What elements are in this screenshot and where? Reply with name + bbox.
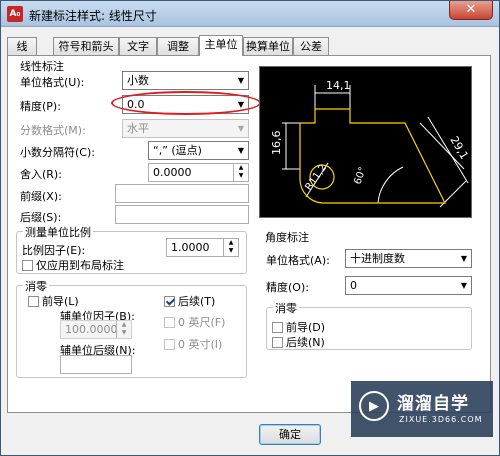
angular-precision-label: 精度(O): — [266, 281, 309, 294]
precision-label: 精度(P): — [20, 100, 61, 113]
angular-leading-label: 前导(D) — [286, 321, 326, 334]
round-off-input[interactable]: 0.0000 ▲ ▼ — [148, 163, 249, 182]
dim-text-top: 14,1 — [326, 79, 351, 92]
inches-label: 0 英寸(I) — [178, 338, 223, 351]
angular-zero-suppression-label: 消零 — [273, 300, 299, 316]
angular-precision-value: 0 — [350, 279, 357, 292]
spin-arrows-icon[interactable]: ▲ ▼ — [116, 321, 131, 338]
sub-units-factor-value: 100.0000 — [65, 323, 118, 336]
fraction-format-value: 水平 — [127, 122, 149, 135]
unit-format-value: 小数 — [127, 74, 149, 87]
decimal-separator-label: 小数分隔符(C): — [20, 146, 95, 159]
dim-text-right: 29,1 — [447, 134, 471, 162]
unit-format-label: 单位格式(U): — [20, 76, 85, 89]
tab-tolerances[interactable]: 公差 — [293, 37, 329, 55]
angular-trailing-label: 后续(N) — [286, 336, 325, 349]
round-off-label: 舍入(R): — [20, 168, 62, 181]
watermark-url: ZIXUE.3D66.COM — [399, 415, 483, 424]
apply-to-layout-label: 仅应用到布局标注 — [36, 259, 124, 272]
watermark-title: 溜溜自学 — [397, 394, 469, 414]
angular-leading-checkbox[interactable]: 前导(D) — [272, 319, 325, 335]
preview-drawing: 14,1 16,6 29,1 R11,2 60° — [270, 79, 471, 208]
angular-unit-format-label: 单位格式(A): — [266, 254, 330, 267]
checkbox-box — [28, 296, 39, 307]
inches-checkbox[interactable]: 0 英寸(I) — [164, 336, 222, 352]
fraction-format-label: 分数格式(M): — [20, 124, 86, 137]
dim-text-angle: 60° — [352, 166, 368, 186]
apply-to-layout-checkbox[interactable]: 仅应用到布局标注 — [22, 257, 124, 273]
watermark: ▶ 溜溜自学 ZIXUE.3D66.COM — [351, 381, 493, 437]
prefix-label: 前缀(X): — [20, 190, 62, 203]
zero-suppression-label: 消零 — [23, 278, 49, 294]
title-bar[interactable]: A₀ 新建标注样式: 线性尺寸 ✕ — [1, 1, 499, 27]
angular-unit-format-value: 十进制度数 — [350, 252, 405, 265]
primary-units-panel: 线性标注 单位格式(U): 小数 ▼ 精度(P): 0.0 ▼ 分数格式(M):… — [7, 55, 491, 413]
angular-group-label: 角度标注 — [263, 229, 311, 245]
suffix-label: 后缀(S): — [20, 211, 62, 224]
angular-unit-format-select[interactable]: 十进制度数 ▼ — [345, 249, 472, 268]
checkbox-box — [22, 260, 33, 271]
checkbox-box — [164, 339, 175, 350]
chevron-down-icon: ▼ — [237, 76, 244, 85]
ok-button[interactable]: 确定 — [259, 424, 321, 445]
scale-factor-input[interactable]: 1.0000 ▲ ▼ — [166, 238, 239, 257]
suffix-input[interactable] — [115, 205, 249, 224]
chevron-down-icon: ▼ — [460, 281, 467, 290]
trailing-zero-label: 后续(T) — [178, 295, 216, 308]
chevron-down-icon: ▼ — [237, 124, 244, 133]
tab-primary-units[interactable]: 主单位 — [199, 35, 243, 56]
checkbox-box — [164, 317, 175, 328]
angle-arc — [377, 166, 404, 204]
window-title: 新建标注样式: 线性尺寸 — [29, 9, 157, 23]
chevron-down-icon: ▼ — [460, 254, 467, 263]
leading-zero-checkbox[interactable]: 前导(L) — [28, 293, 79, 309]
checkbox-box — [272, 322, 283, 333]
dimension-preview: 14,1 16,6 29,1 R11,2 60° — [259, 66, 472, 218]
red-highlight-ellipse — [111, 91, 261, 115]
linear-group-label: 线性标注 — [18, 58, 66, 74]
measurement-scale-label: 测量单位比例 — [23, 224, 93, 240]
sub-units-suffix-input[interactable] — [60, 355, 132, 374]
scale-factor-value: 1.0000 — [171, 241, 210, 254]
fraction-format-select[interactable]: 水平 ▼ — [122, 119, 249, 138]
tab-lines[interactable]: 线 — [7, 37, 37, 55]
trailing-zero-checkbox[interactable]: 后续(T) — [164, 293, 215, 309]
checkbox-box — [272, 337, 283, 348]
checkmark-icon — [164, 296, 175, 307]
spin-arrows-icon[interactable]: ▲ ▼ — [223, 239, 238, 256]
chevron-down-icon: ▼ — [237, 146, 244, 155]
sub-units-factor-input[interactable]: 100.0000 ▲ ▼ — [60, 320, 132, 339]
round-off-value: 0.0000 — [153, 166, 192, 179]
scale-factor-label: 比例因子(E): — [22, 244, 86, 257]
feet-checkbox[interactable]: 0 英尺(F) — [164, 314, 225, 330]
decimal-separator-value: “,” (逗点) — [153, 144, 202, 157]
tab-text[interactable]: 文字 — [119, 37, 157, 55]
decimal-separator-select[interactable]: “,” (逗点) ▼ — [148, 141, 249, 160]
unit-format-select[interactable]: 小数 ▼ — [122, 71, 249, 90]
dim-text-left: 16,6 — [270, 131, 283, 156]
tab-alternate-units[interactable]: 换算单位 — [243, 37, 293, 55]
angular-trailing-checkbox[interactable]: 后续(N) — [272, 334, 325, 350]
prefix-input[interactable] — [115, 184, 249, 203]
close-button[interactable]: ✕ — [449, 1, 493, 20]
dialog-window: A₀ 新建标注样式: 线性尺寸 ✕ 线 符号和箭头 文字 调整 主单位 换算单位… — [0, 0, 500, 456]
tab-fit[interactable]: 调整 — [157, 37, 199, 55]
play-icon: ▶ — [359, 391, 389, 421]
angular-precision-select[interactable]: 0 ▼ — [345, 276, 472, 295]
autocad-app-icon: A₀ — [7, 6, 23, 22]
feet-label: 0 英尺(F) — [178, 316, 226, 329]
tab-symbols-arrows[interactable]: 符号和箭头 — [53, 37, 119, 55]
leading-zero-label: 前导(L) — [42, 295, 79, 308]
spin-arrows-icon[interactable]: ▲ ▼ — [233, 164, 248, 181]
